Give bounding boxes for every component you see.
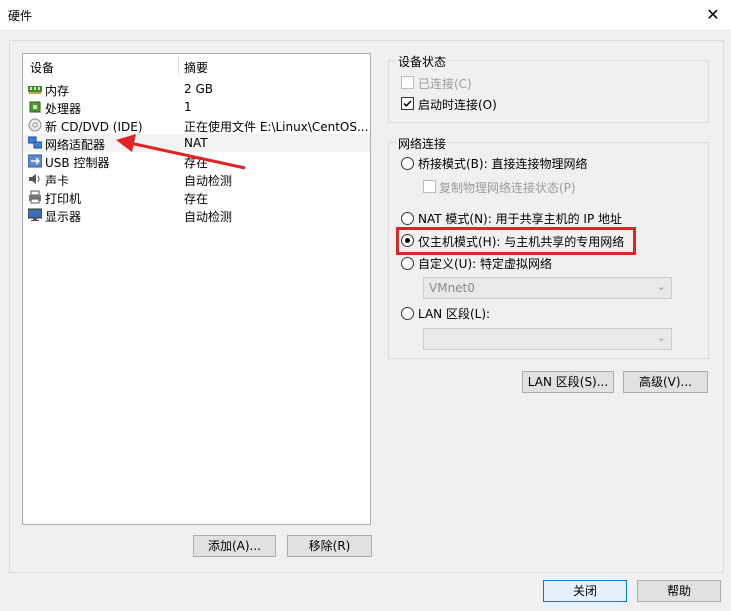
list-item-network-adapter[interactable]: 网络适配器 NAT: [23, 134, 370, 152]
device-list[interactable]: 设备 摘要 内存 2 GB 处理器 1 新 CD/DVD (IDE) 正在使用文…: [22, 53, 371, 525]
sound-icon: [29, 174, 40, 184]
check-icon: [403, 100, 412, 107]
device-summary: 1: [184, 100, 192, 114]
list-item-printer[interactable]: 打印机 存在: [23, 188, 370, 206]
list-item-memory[interactable]: 内存 2 GB: [23, 80, 370, 98]
list-item-sound-card[interactable]: 声卡 自动检测: [23, 170, 370, 188]
add-button[interactable]: 添加(A)...: [193, 535, 276, 557]
remove-button[interactable]: 移除(R): [287, 535, 372, 557]
cpu-icon: [29, 101, 41, 113]
device-name: 打印机: [45, 192, 82, 206]
help-button[interactable]: 帮助: [637, 580, 721, 602]
device-name: 显示器: [45, 210, 82, 224]
device-name: 处理器: [45, 102, 82, 116]
bridged-label: 桥接模式(B): 直接连接物理网络: [418, 157, 588, 171]
memory-icon: [28, 86, 42, 94]
close-button[interactable]: 关闭: [543, 580, 627, 602]
bridged-radio[interactable]: [401, 157, 414, 170]
column-separator[interactable]: [178, 56, 179, 74]
cd-icon: [28, 118, 42, 132]
column-header-device[interactable]: 设备: [30, 59, 54, 76]
lan-segment-radio[interactable]: [401, 307, 414, 320]
device-summary: 存在: [184, 156, 209, 170]
network-icon: [28, 136, 42, 149]
annotation-highlight-box: [396, 227, 636, 255]
replicate-state-checkbox[interactable]: [423, 180, 436, 193]
select-value: VMnet0: [429, 281, 475, 295]
custom-radio[interactable]: [401, 257, 414, 270]
device-name: USB 控制器: [45, 156, 110, 170]
usb-icon: [28, 154, 42, 168]
connected-checkbox[interactable]: [401, 76, 414, 89]
chevron-down-icon: ⌄: [656, 331, 666, 344]
title-bar: 硬件 ✕: [0, 0, 731, 31]
lan-segment-select[interactable]: ⌄: [423, 328, 672, 350]
lan-segment-label: LAN 区段(L):: [418, 307, 491, 321]
device-name: 内存: [45, 84, 70, 98]
lan-segments-button[interactable]: LAN 区段(S)...: [522, 371, 614, 393]
list-item-display[interactable]: 显示器 自动检测: [23, 206, 370, 224]
column-header-summary[interactable]: 摘要: [184, 59, 208, 76]
connected-label: 已连接(C): [418, 77, 472, 91]
device-summary: 2 GB: [184, 82, 213, 96]
custom-label: 自定义(U): 特定虚拟网络: [418, 257, 553, 271]
device-name: 声卡: [45, 174, 70, 188]
printer-icon: [29, 190, 41, 204]
list-item-cpu[interactable]: 处理器 1: [23, 98, 370, 116]
network-connection-title: 网络连接: [396, 135, 449, 152]
device-summary: 自动检测: [184, 174, 233, 188]
monitor-icon: [28, 208, 42, 221]
device-summary: 存在: [184, 192, 209, 206]
connect-on-power-on-checkbox[interactable]: [401, 97, 414, 110]
device-summary: NAT: [184, 136, 208, 150]
nat-label: NAT 模式(N): 用于共享主机的 IP 地址: [418, 212, 623, 226]
chevron-down-icon: ⌄: [656, 280, 666, 293]
device-summary: 正在使用文件 E:\Linux\CentOS...: [184, 120, 369, 134]
device-status-title: 设备状态: [396, 53, 449, 70]
list-header: 设备 摘要: [23, 54, 370, 76]
list-item-cd-dvd[interactable]: 新 CD/DVD (IDE) 正在使用文件 E:\Linux\CentOS...: [23, 116, 370, 134]
connect-on-power-on-label: 启动时连接(O): [418, 98, 497, 112]
custom-network-select[interactable]: VMnet0 ⌄: [423, 277, 672, 299]
nat-radio[interactable]: [401, 212, 414, 225]
device-name: 网络适配器: [45, 138, 106, 152]
close-icon[interactable]: ✕: [703, 5, 723, 25]
device-summary: 自动检测: [184, 210, 233, 224]
list-item-usb[interactable]: USB 控制器 存在: [23, 152, 370, 170]
advanced-button[interactable]: 高级(V)...: [623, 371, 708, 393]
replicate-state-label: 复制物理网络连接状态(P): [439, 181, 576, 195]
window-title: 硬件: [8, 9, 33, 23]
device-name: 新 CD/DVD (IDE): [45, 120, 143, 134]
